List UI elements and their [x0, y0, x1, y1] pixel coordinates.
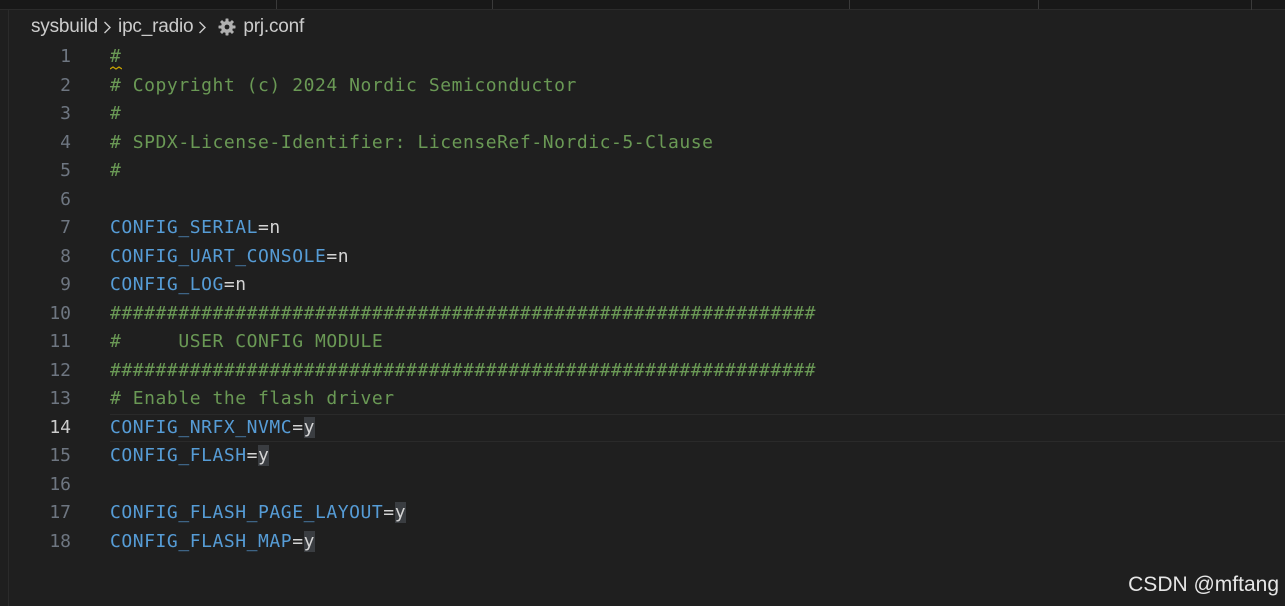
config-key: CONFIG_FLASH_PAGE_LAYOUT: [110, 502, 384, 523]
code-line[interactable]: 1 #: [0, 43, 1285, 72]
comment-text: # Copyright (c) 2024 Nordic Semiconducto…: [110, 74, 577, 96]
line-number: 12: [49, 359, 71, 381]
code-line[interactable]: 11 # USER CONFIG MODULE: [0, 328, 1285, 357]
comment-text: #: [110, 46, 122, 67]
warning-squiggle-icon: [110, 66, 122, 70]
breadcrumb-folder-sysbuild[interactable]: sysbuild: [31, 16, 98, 38]
code-line[interactable]: 12 ######################################…: [0, 357, 1285, 386]
line-number: 18: [49, 530, 71, 552]
code-line[interactable]: 14 CONFIG_NRFX_NVMC=y: [0, 413, 1285, 443]
equals-sign: =: [292, 530, 304, 552]
comment-text: # USER CONFIG MODULE: [110, 331, 384, 352]
code-line[interactable]: 18 CONFIG_FLASH_MAP=y: [0, 528, 1285, 557]
code-line[interactable]: 7 CONFIG_SERIAL=n: [0, 214, 1285, 243]
config-value: y: [303, 530, 315, 552]
gear-icon: [217, 17, 237, 37]
tab-strip: [0, 0, 1285, 10]
watermark: CSDN @mftang: [1128, 573, 1279, 596]
chevron-right-icon: [100, 17, 116, 37]
config-value: n: [269, 217, 281, 238]
equals-sign: =: [292, 416, 304, 438]
line-number: 6: [60, 188, 71, 210]
line-text: CONFIG_NRFX_NVMC=y: [110, 414, 315, 443]
line-text: # Copyright (c) 2024 Nordic Semiconducto…: [110, 72, 577, 101]
line-number: 5: [60, 160, 71, 181]
line-number: 11: [49, 331, 71, 352]
line-text: CONFIG_FLASH_MAP=y: [110, 528, 315, 557]
line-text: # Enable the flash driver: [110, 385, 395, 414]
comment-text: # Enable the flash driver: [110, 388, 395, 409]
code-line[interactable]: 15 CONFIG_FLASH=y: [0, 442, 1285, 471]
config-value: y: [394, 502, 407, 523]
tab-separator: [492, 0, 493, 9]
code-line[interactable]: 16: [0, 471, 1285, 500]
config-key: CONFIG_UART_CONSOLE: [110, 245, 327, 267]
line-text: CONFIG_SERIAL=n: [110, 214, 281, 243]
config-key: CONFIG_NRFX_NVMC: [110, 416, 293, 438]
line-text: CONFIG_FLASH_PAGE_LAYOUT=y: [110, 499, 407, 528]
line-number: 14: [49, 416, 71, 438]
code-line[interactable]: 9 CONFIG_LOG=n: [0, 271, 1285, 300]
line-text: #: [110, 157, 121, 186]
code-line[interactable]: 10 ######################################…: [0, 300, 1285, 329]
line-text: CONFIG_FLASH=y: [110, 442, 270, 471]
comment-text: ########################################…: [110, 359, 816, 381]
line-number: 4: [60, 131, 71, 153]
breadcrumb-folder-ipc-radio[interactable]: ipc_radio: [118, 16, 194, 38]
equals-sign: =: [383, 502, 395, 523]
code-line[interactable]: 13 # Enable the flash driver: [0, 385, 1285, 414]
line-number: 17: [49, 502, 71, 523]
line-text: # USER CONFIG MODULE: [110, 328, 383, 357]
line-text: CONFIG_UART_CONSOLE=n: [110, 243, 349, 272]
config-value: y: [303, 416, 315, 438]
line-text: ########################################…: [110, 300, 816, 329]
comment-text: #: [110, 160, 122, 181]
line-number: 8: [60, 245, 71, 267]
line-number: 10: [49, 302, 71, 324]
config-key: CONFIG_SERIAL: [110, 217, 259, 238]
equals-sign: =: [326, 245, 338, 267]
line-number: 3: [60, 103, 71, 124]
breadcrumb: sysbuild ipc_radio prj.conf: [31, 14, 304, 40]
code-line[interactable]: 8 CONFIG_UART_CONSOLE=n: [0, 243, 1285, 272]
config-value: n: [235, 274, 247, 295]
line-number: 9: [60, 274, 71, 295]
config-value: y: [258, 445, 270, 466]
line-number: 7: [60, 217, 71, 238]
line-text: # SPDX-License-Identifier: LicenseRef-No…: [110, 129, 714, 158]
equals-sign: =: [258, 217, 270, 238]
line-number: 13: [49, 388, 71, 409]
line-text: ########################################…: [110, 357, 816, 386]
code-editor[interactable]: 1 #2 # Copyright (c) 2024 Nordic Semicondu…: [0, 43, 1285, 556]
code-line[interactable]: 2 # Copyright (c) 2024 Nordic Semiconduct…: [0, 72, 1285, 101]
comment-text: # SPDX-License-Identifier: LicenseRef-No…: [110, 131, 714, 153]
config-key: CONFIG_LOG: [110, 274, 224, 295]
tab-separator: [1038, 0, 1039, 9]
code-line[interactable]: 4 # SPDX-License-Identifier: LicenseRef-N…: [0, 129, 1285, 158]
config-key: CONFIG_FLASH_MAP: [110, 530, 293, 552]
line-number: 16: [49, 473, 71, 495]
comment-text: ########################################…: [110, 302, 816, 324]
line-number: 2: [60, 74, 71, 96]
comment-text: #: [110, 103, 122, 124]
line-number: 15: [49, 445, 71, 466]
chevron-right-icon: [195, 17, 211, 37]
code-line[interactable]: 3 #: [0, 100, 1285, 129]
config-value: n: [337, 245, 350, 267]
code-line[interactable]: 6: [0, 186, 1285, 215]
tab-separator: [276, 0, 277, 9]
config-key: CONFIG_FLASH: [110, 445, 247, 466]
tab-separator: [1251, 0, 1252, 10]
tab-separator: [849, 0, 850, 9]
code-line[interactable]: 17 CONFIG_FLASH_PAGE_LAYOUT=y: [0, 499, 1285, 528]
line-text: CONFIG_LOG=n: [110, 271, 247, 300]
code-line[interactable]: 5 #: [0, 157, 1285, 186]
equals-sign: =: [223, 274, 236, 295]
line-text: #: [110, 100, 121, 129]
equals-sign: =: [246, 445, 259, 466]
breadcrumb-file-prj-conf[interactable]: prj.conf: [243, 16, 304, 38]
line-number: 1: [60, 46, 71, 67]
